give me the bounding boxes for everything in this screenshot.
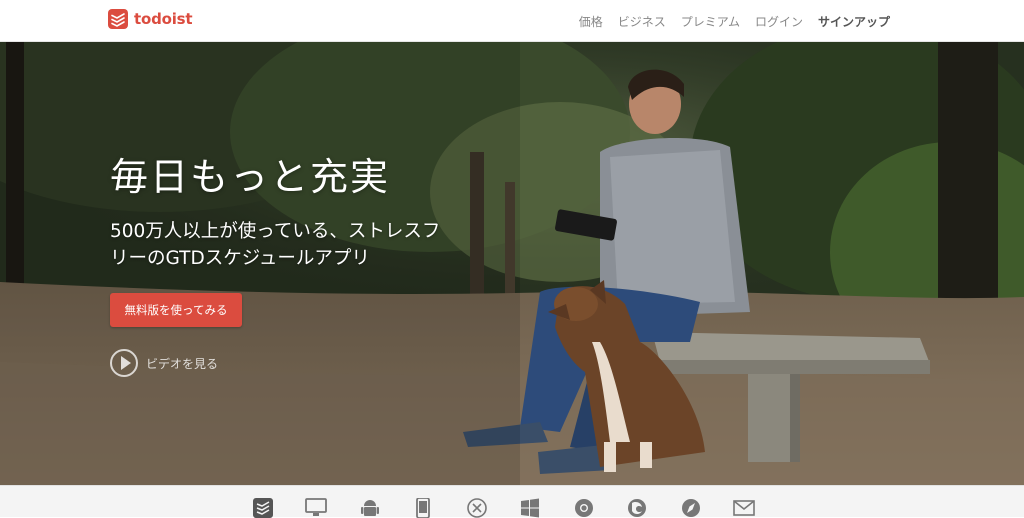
site-header: todoist 価格 ビジネス プレミアム ログイン サインアップ [0, 0, 1024, 42]
nav-login-link[interactable]: ログイン [755, 13, 803, 30]
main-nav: 価格 ビジネス プレミアム ログイン サインアップ [579, 0, 890, 42]
mobile-icon[interactable] [412, 498, 434, 518]
watch-video-label: ビデオを見る [146, 356, 219, 371]
hero-subtitle: 500万人以上が使っている、ストレスフリーのGTDスケジュールアプリ [110, 221, 441, 269]
watch-video-link[interactable]: ビデオを見る [110, 348, 218, 378]
desktop-icon[interactable] [305, 498, 327, 518]
email-icon[interactable] [733, 498, 755, 518]
nav-pricing-link[interactable]: 価格 [579, 13, 603, 30]
chrome-icon[interactable] [573, 498, 595, 518]
play-icon [110, 349, 138, 377]
nav-premium-link[interactable]: プレミアム [681, 13, 740, 30]
nav-business-link[interactable]: ビジネス [618, 13, 666, 30]
todoist-logo[interactable]: todoist [108, 7, 193, 31]
hero-section: 毎日もっと充実 500万人以上が使っている、ストレスフリーのGTDスケジュールア… [0, 42, 1024, 485]
android-icon[interactable] [359, 498, 381, 518]
hero-title: 毎日もっと充実 [110, 155, 391, 199]
windows-icon[interactable] [519, 498, 541, 518]
platform-bar [0, 485, 1024, 518]
firefox-icon[interactable] [626, 498, 648, 518]
nav-signup-link[interactable]: サインアップ [818, 13, 890, 30]
mac-os-x-icon[interactable] [466, 498, 488, 518]
todoist-logo-icon [108, 9, 128, 29]
brand-name: todoist [134, 10, 193, 28]
todoist-icon[interactable] [252, 498, 274, 518]
safari-icon[interactable] [680, 498, 702, 518]
try-free-button[interactable]: 無料版を使ってみる [110, 293, 242, 327]
